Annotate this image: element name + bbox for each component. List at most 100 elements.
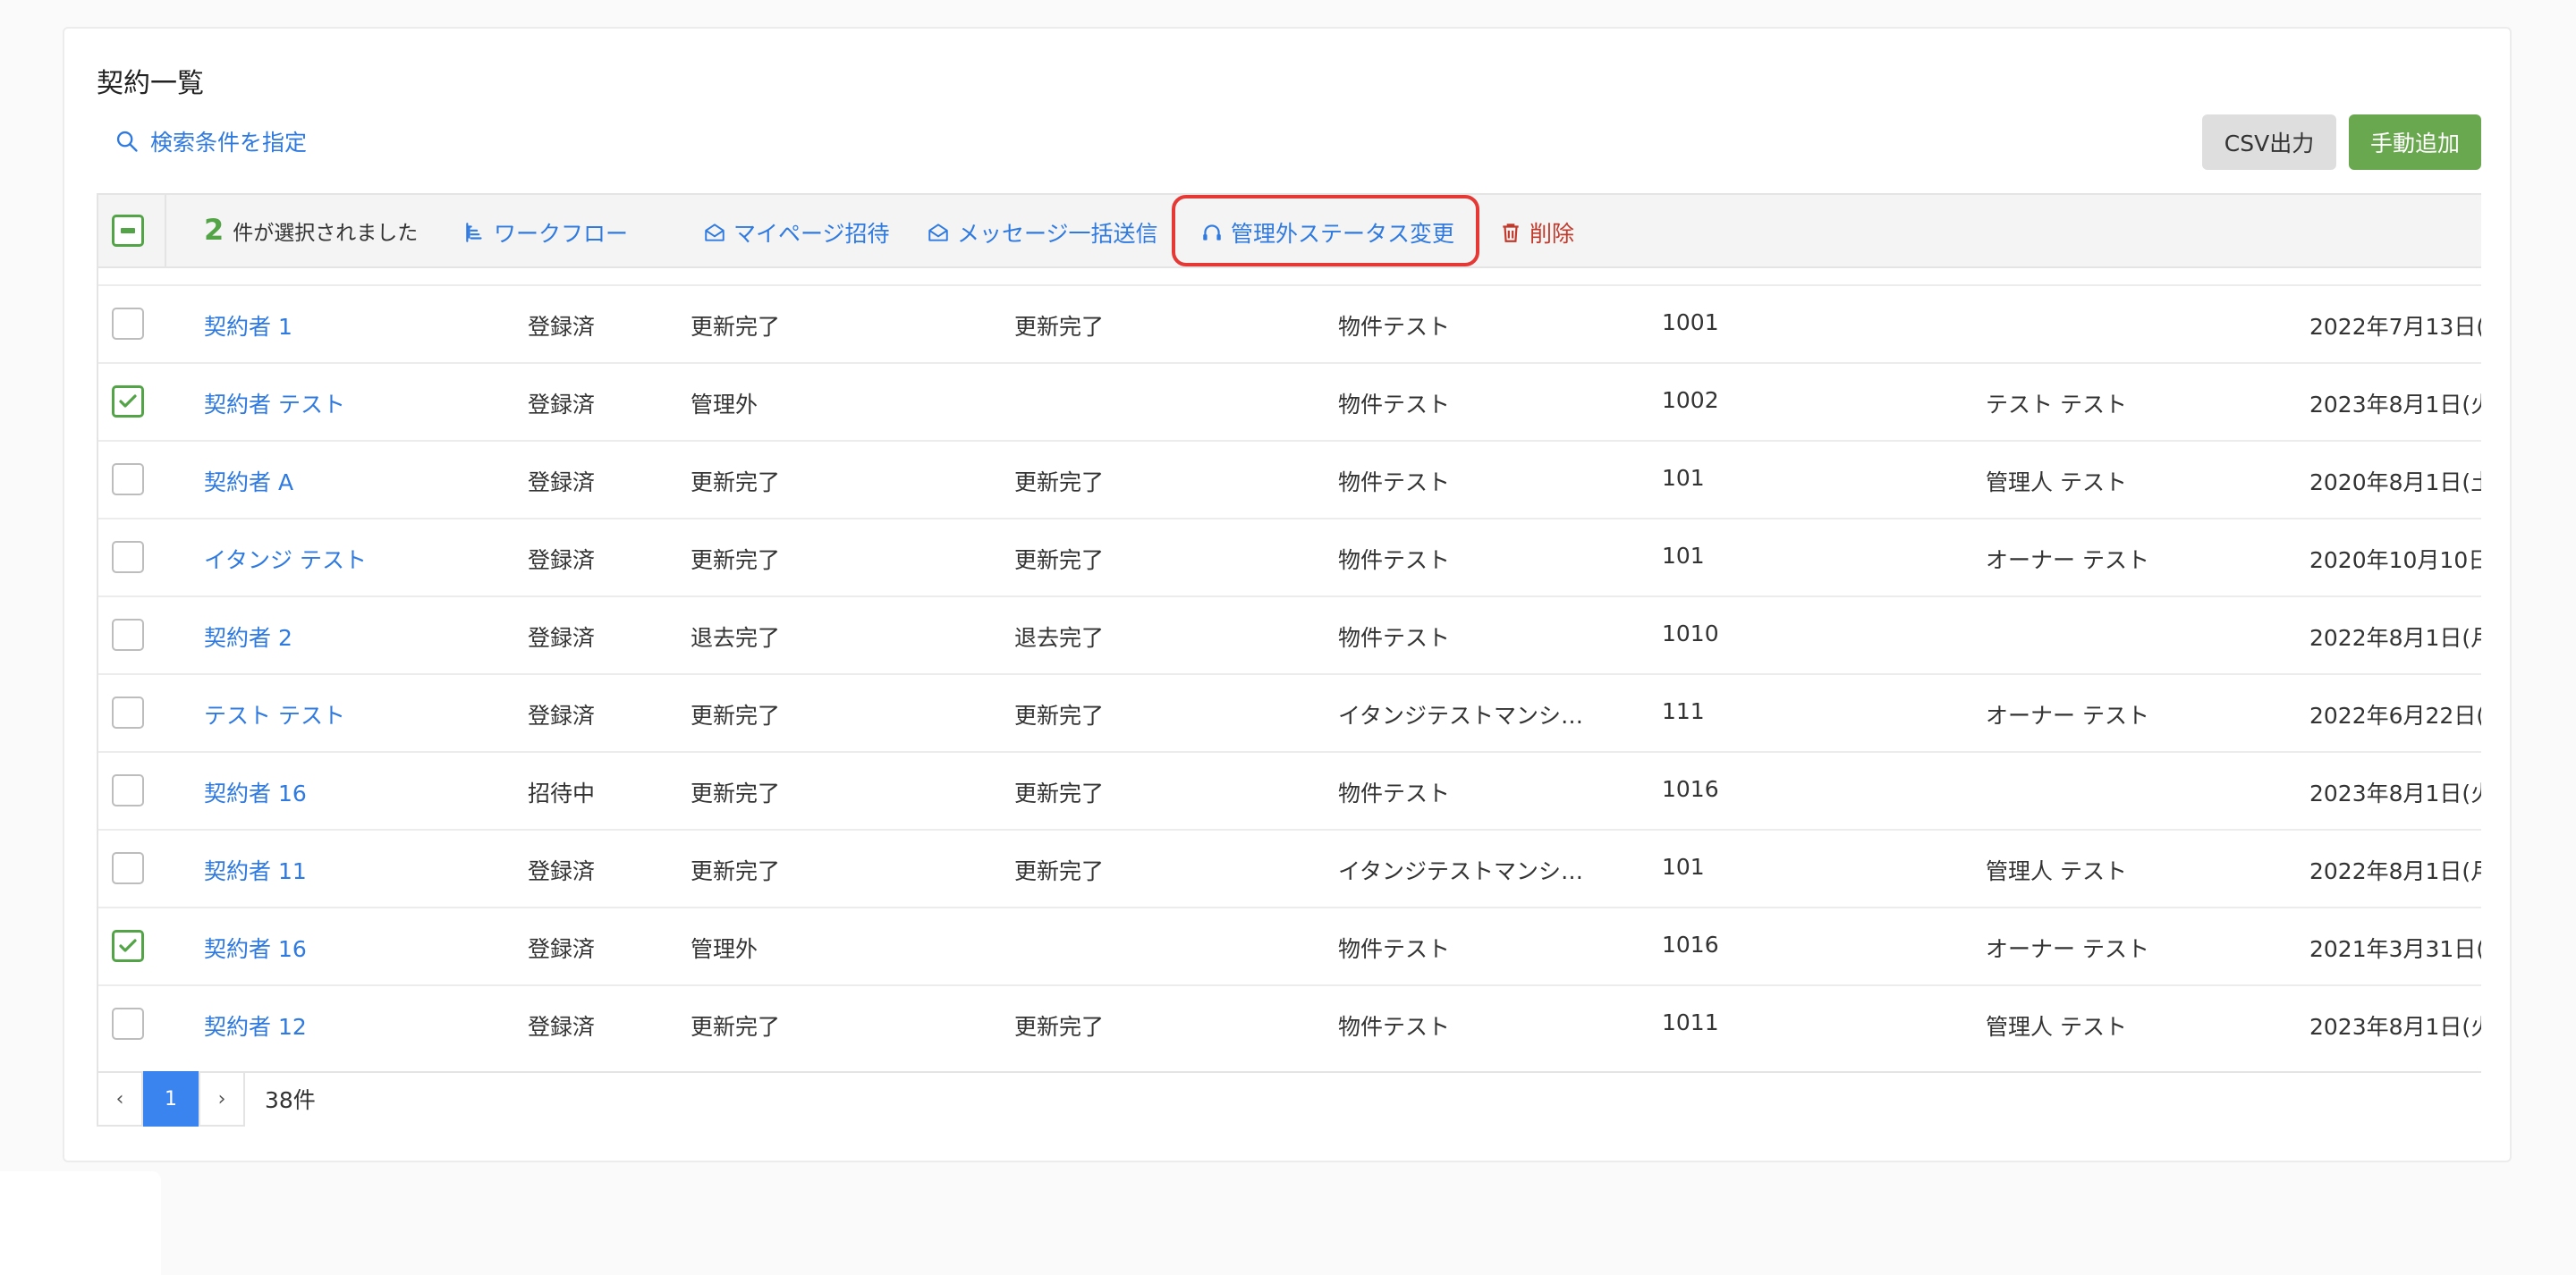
contractor-name-link[interactable]: イタンジ テスト [204,543,367,575]
renewal-status: 更新完了 [1014,469,1105,495]
contractor-name-link[interactable]: 契約者 12 [204,1009,307,1042]
row-checkbox[interactable] [112,1008,144,1040]
selection-count: 2 件が選択されました [204,213,418,247]
contract-date: 2020年10月10日 [2309,547,2481,573]
contractor-name-link[interactable]: 契約者 2 [204,621,292,653]
row-checkbox[interactable] [112,619,144,651]
property-name: 物件テスト [1338,392,1451,418]
contract-date: 2023年8月1日(火 [2309,1014,2481,1040]
page-1-button[interactable]: 1 [143,1071,199,1127]
contractor-name-link[interactable]: 契約者 16 [204,776,307,808]
search-conditions-label: 検索条件を指定 [150,130,308,156]
table-row: 契約者 1 登録済 更新完了 更新完了 物件テスト 1001 2022年7月13日(水 [98,284,2481,362]
table-row: 契約者 11 登録済 更新完了 更新完了 イタンジテストマンシ… 101 管理人 テスト 20… [98,829,2481,907]
contractor-name-link[interactable]: 契約者 A [204,465,293,497]
table-row: 契約者 テスト 登録済 管理外 物件テスト 1002 テスト テスト 2023年8月1日(火 [98,362,2481,440]
property-name: 物件テスト [1338,314,1451,340]
contract-status: 更新完了 [691,781,781,806]
renewal-status: 更新完了 [1014,781,1105,806]
trash-icon [1503,224,1519,242]
row-checkbox[interactable] [112,697,144,729]
contractor-name-link[interactable]: 契約者 1 [204,309,292,342]
row-checkbox[interactable] [112,308,144,340]
manual-add-button[interactable]: 手動追加 [2349,114,2481,170]
pagination: ‹ 1 › 38件 [97,1071,316,1127]
prev-page-button[interactable]: ‹ [97,1071,143,1127]
contract-date: 2022年7月13日(水 [2309,314,2481,340]
row-checkbox[interactable] [112,774,144,806]
select-all-cell [98,195,166,266]
contract-date: 2022年8月1日(月 [2309,625,2481,651]
contract-date: 2022年6月22日(水 [2309,703,2481,729]
registration-status: 登録済 [528,469,596,495]
room-number: 1011 [1662,1009,1719,1035]
room-number: 1016 [1662,776,1719,802]
workflow-label: ワークフロー [494,221,629,247]
owner-name: 管理人 テスト [1986,469,2127,495]
contract-date: 2021年3月31日(水 [2309,936,2481,962]
page-title: 契約一覧 [97,68,204,99]
room-number: 1002 [1662,387,1719,413]
contractor-name-link[interactable]: テスト テスト [204,698,345,730]
contract-status: 退去完了 [691,625,781,651]
delete-action[interactable]: 削除 [1499,216,1574,249]
table-row: イタンジ テスト 登録済 更新完了 更新完了 物件テスト 101 オーナー テスト 2020年… [98,518,2481,595]
check-icon [119,939,137,952]
bulk-message-action[interactable]: メッセージ一括送信 [927,216,1158,249]
contractor-name-link[interactable]: 契約者 16 [204,932,307,964]
registration-status: 登録済 [528,625,596,651]
table-body: 契約者 1登録済更新完了更新完了物件テスト10012022年7月13日(水契約者… [98,284,2481,1062]
property-name: 物件テスト [1338,547,1451,573]
property-name: 物件テスト [1338,781,1451,806]
bulk-message-label: メッセージ一括送信 [957,221,1158,247]
select-all-checkbox[interactable] [112,215,144,247]
contractor-name-link[interactable]: 契約者 テスト [204,387,345,419]
registration-status: 登録済 [528,547,596,573]
contract-list-panel: 契約一覧 検索条件を指定 CSV出力 手動追加 2 件が選択されました ワークフ… [63,27,2512,1162]
room-number: 1001 [1662,309,1719,335]
search-conditions-link[interactable]: 検索条件を指定 [114,125,307,157]
contract-status: 更新完了 [691,547,781,573]
status-change-label: 管理外ステータス変更 [1231,221,1455,247]
mypage-invite-label: マイページ招待 [733,221,890,247]
room-number: 1016 [1662,932,1719,958]
registration-status: 登録済 [528,314,596,340]
row-checkbox[interactable] [112,852,144,884]
next-page-button[interactable]: › [199,1071,245,1127]
status-change-action[interactable]: 管理外ステータス変更 [1200,216,1454,249]
total-count: 38件 [265,1087,316,1113]
registration-status: 登録済 [528,936,596,962]
registration-status: 登録済 [528,392,596,418]
table-row: 契約者 16 招待中 更新完了 更新完了 物件テスト 1016 2023年8月1日(火 [98,751,2481,829]
row-checkbox[interactable] [112,463,144,495]
contract-status: 管理外 [691,936,758,962]
table-row: テスト テスト 登録済 更新完了 更新完了 イタンジテストマンシ… 111 オーナー テスト… [98,673,2481,751]
row-checkbox[interactable] [112,385,144,418]
owner-name: オーナー テスト [1986,936,2149,962]
contractor-name-link[interactable]: 契約者 11 [204,854,307,886]
csv-export-button[interactable]: CSV出力 [2202,114,2336,170]
renewal-status: 更新完了 [1014,703,1105,729]
table-row: 契約者 12 登録済 更新完了 更新完了 物件テスト 1011 管理人 テスト 2023年8月… [98,984,2481,1062]
mypage-invite-action[interactable]: マイページ招待 [703,216,890,249]
renewal-status: 退去完了 [1014,625,1105,651]
row-checkbox[interactable] [112,541,144,573]
owner-name: オーナー テスト [1986,703,2149,729]
bottom-corner-area [0,1171,161,1275]
room-number: 111 [1662,698,1705,724]
delete-label: 削除 [1530,221,1575,247]
owner-name: オーナー テスト [1986,547,2149,573]
check-icon [119,394,137,408]
envelope-open-icon [705,224,724,241]
selected-count-number: 2 [204,213,225,247]
contract-date: 2023年8月1日(火 [2309,781,2481,806]
row-checkbox[interactable] [112,930,144,962]
contract-status: 更新完了 [691,314,781,340]
search-icon [116,131,138,152]
contract-date: 2020年8月1日(土 [2309,469,2481,495]
room-number: 101 [1662,465,1705,491]
property-name: 物件テスト [1338,469,1451,495]
registration-status: 登録済 [528,1014,596,1040]
workflow-action[interactable]: ワークフロー [463,216,628,249]
property-name: イタンジテストマンシ… [1338,858,1584,884]
